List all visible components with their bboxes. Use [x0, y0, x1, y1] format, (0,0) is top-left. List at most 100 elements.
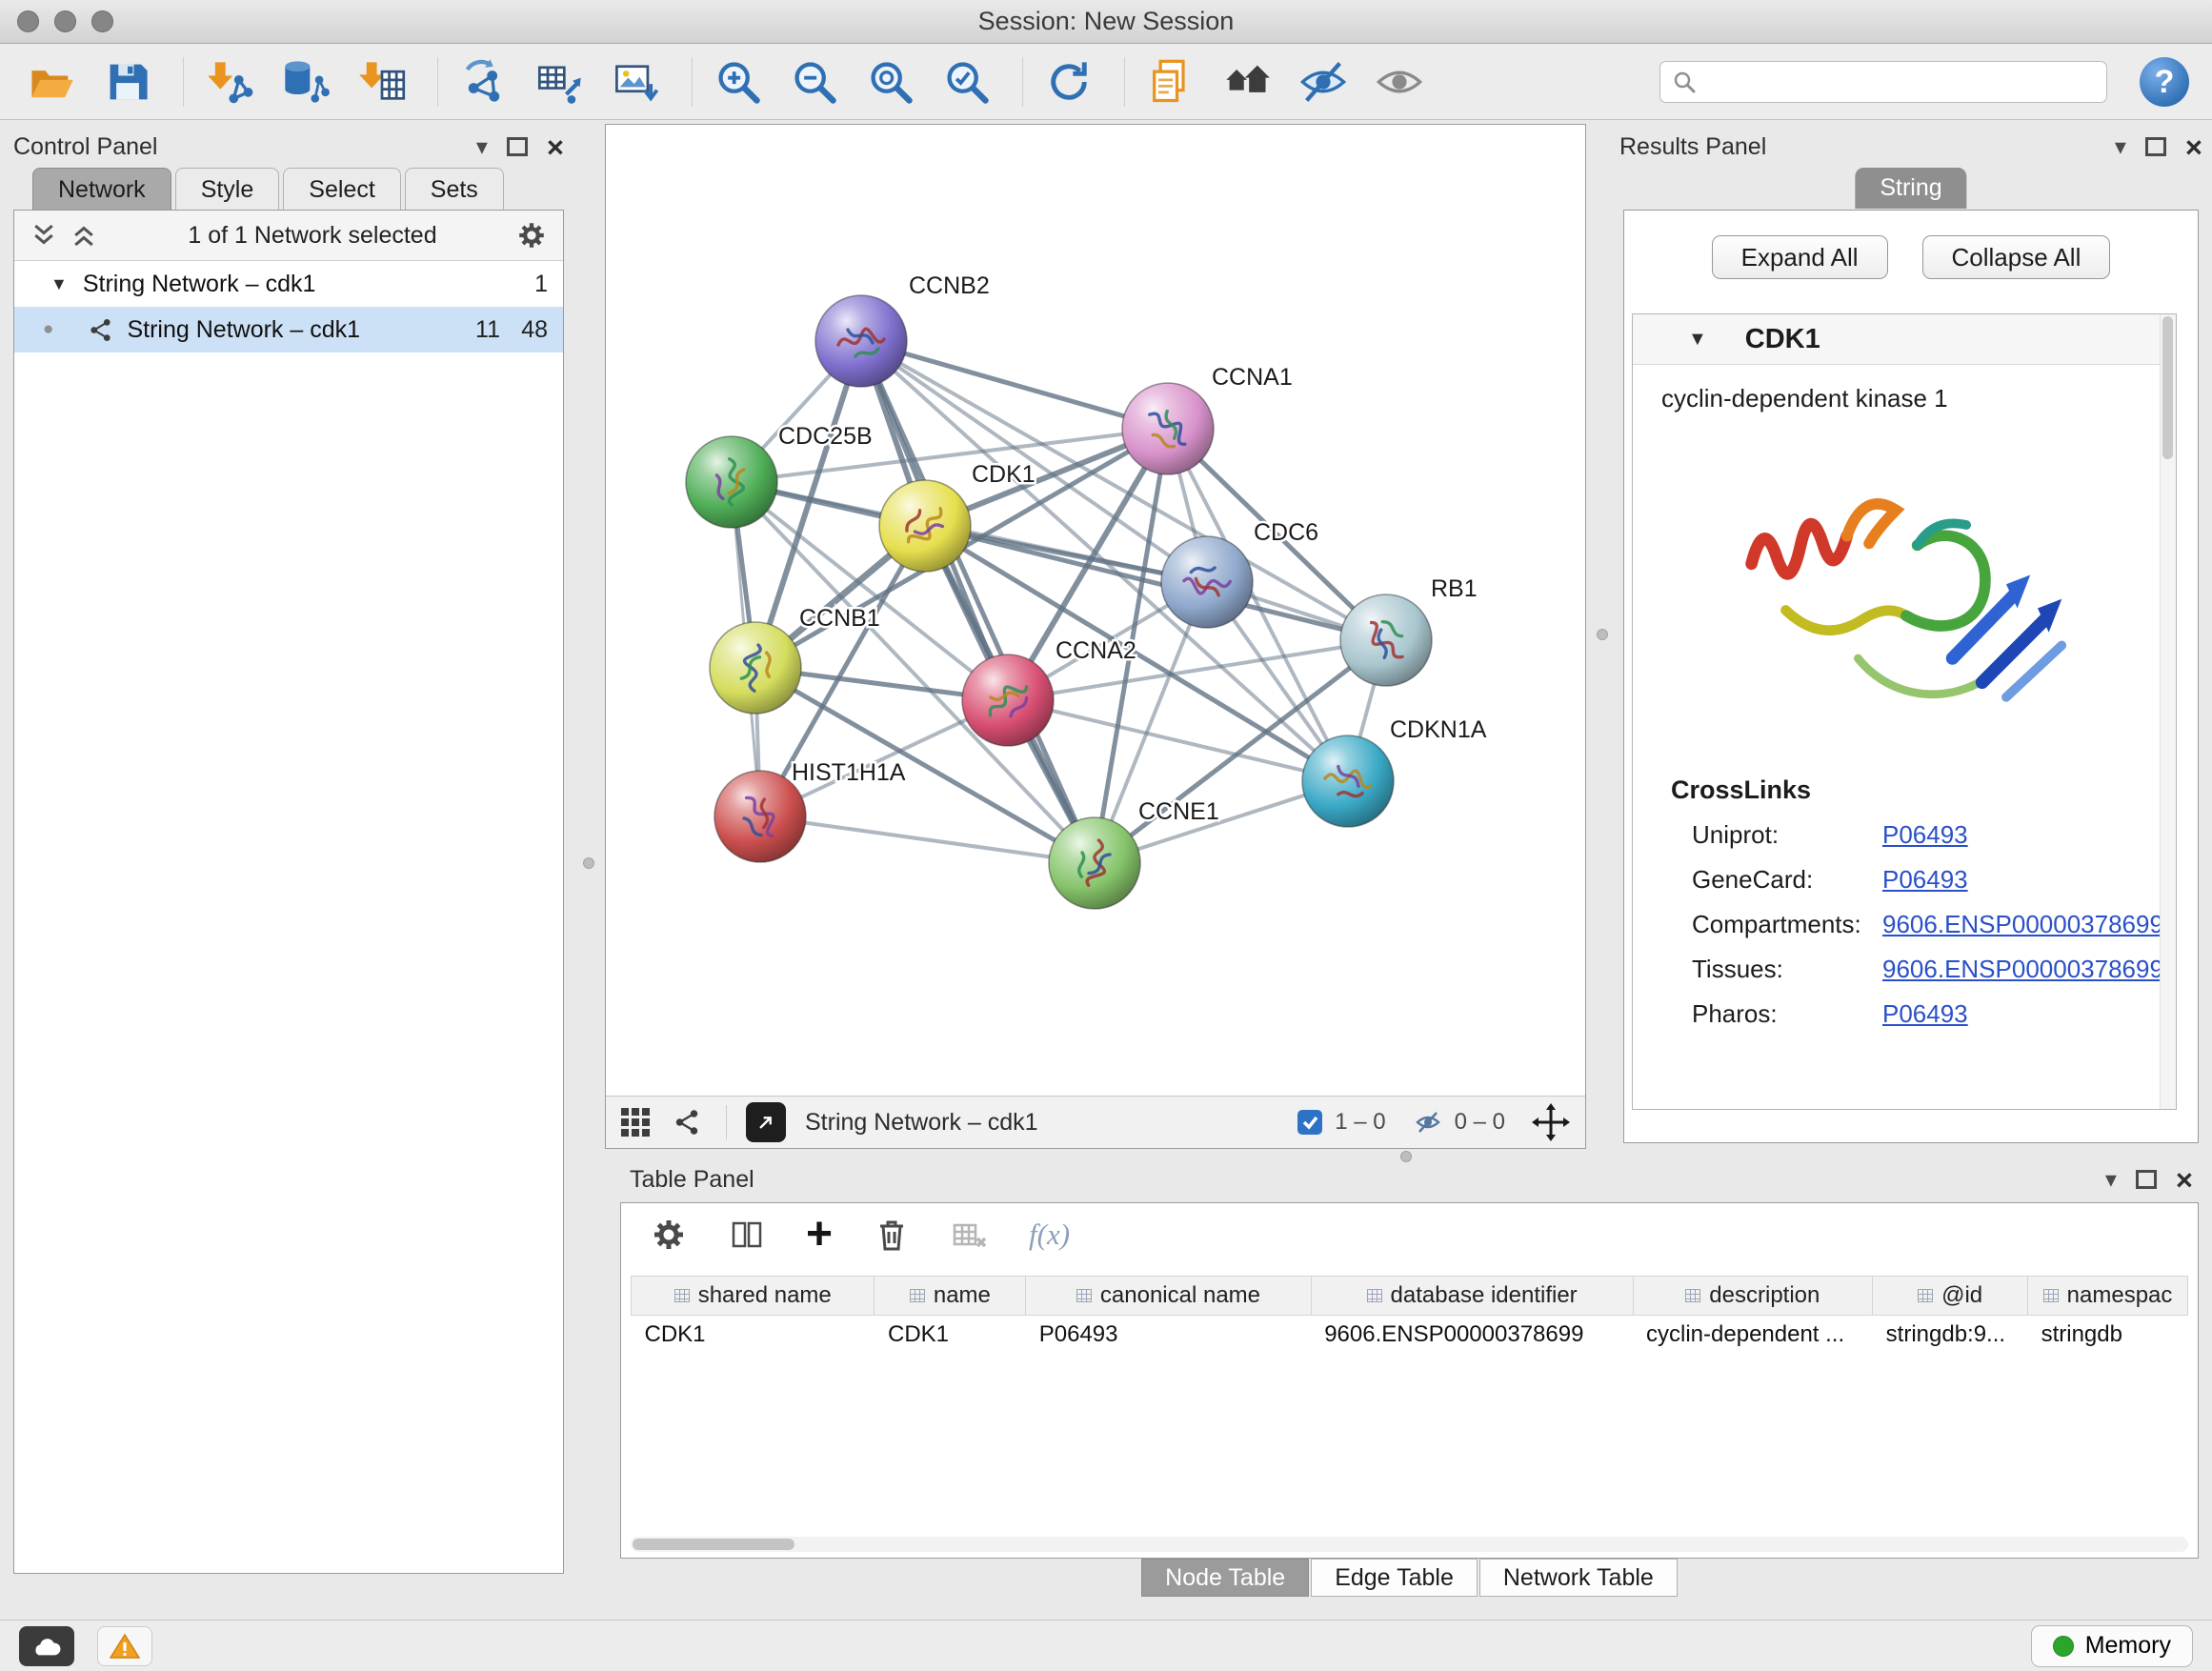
tree-expand-caret-icon[interactable]: ▼ — [50, 274, 68, 294]
table-row[interactable]: CDK1 CDK1 P06493 9606.ENSP00000378699 cy… — [632, 1316, 2188, 1355]
column-header-description[interactable]: description — [1633, 1277, 1873, 1316]
zoom-fit-button[interactable] — [864, 54, 917, 110]
home-views-button[interactable] — [1220, 54, 1274, 110]
cell-id[interactable]: stringdb:9... — [1873, 1316, 2028, 1355]
network-overview-button[interactable] — [673, 1108, 701, 1137]
table-hscrollbar[interactable] — [631, 1537, 2188, 1552]
import-network-database-button[interactable] — [279, 54, 332, 110]
table-hscrollbar-thumb[interactable] — [633, 1539, 794, 1550]
crosslink-link[interactable]: P06493 — [1882, 820, 1968, 850]
column-header-canonical-name[interactable]: canonical name — [1026, 1277, 1311, 1316]
crosslink-link[interactable]: P06493 — [1882, 999, 1968, 1029]
column-header-id[interactable]: @id — [1873, 1277, 2028, 1316]
help-button[interactable]: ? — [2140, 57, 2189, 107]
create-column-button[interactable]: + — [806, 1216, 833, 1254]
collapse-all-button[interactable]: Collapse All — [1922, 235, 2111, 279]
network-node-CCNE1[interactable] — [1049, 817, 1140, 909]
expand-all-button[interactable]: Expand All — [1712, 235, 1888, 279]
splitter-handle[interactable] — [1400, 1151, 1412, 1162]
network-edge[interactable] — [760, 816, 1095, 863]
tab-style[interactable]: Style — [175, 168, 280, 211]
tab-edge-table[interactable]: Edge Table — [1311, 1559, 1478, 1597]
cell-description[interactable]: cyclin-dependent ... — [1633, 1316, 1873, 1355]
hidden-eye-icon[interactable] — [1413, 1109, 1443, 1136]
tab-network[interactable]: Network — [32, 168, 171, 211]
export-image-button[interactable] — [610, 54, 663, 110]
document-button[interactable] — [1144, 54, 1197, 110]
move-crosshair-icon[interactable] — [1532, 1103, 1570, 1141]
control-panel-menu-button[interactable]: ▾ — [476, 133, 488, 161]
show-columns-button[interactable] — [728, 1216, 766, 1254]
delete-column-button[interactable] — [873, 1216, 911, 1254]
network-clone-button[interactable] — [457, 54, 511, 110]
close-window-button[interactable] — [17, 10, 39, 32]
control-panel-float-button[interactable] — [507, 137, 528, 156]
zoom-window-button[interactable] — [91, 10, 113, 32]
network-row[interactable]: ● String Network – cdk1 11 48 — [14, 307, 563, 352]
cell-database-identifier[interactable]: 9606.ENSP00000378699 — [1311, 1316, 1633, 1355]
crosslink-link[interactable]: 9606.ENSP00000378699 — [1882, 910, 2163, 939]
open-session-button[interactable] — [25, 54, 78, 110]
cell-name[interactable]: CDK1 — [875, 1316, 1026, 1355]
table-panel-close-button[interactable]: × — [2176, 1165, 2193, 1195]
delete-table-button[interactable] — [951, 1216, 989, 1254]
crosslink-link[interactable]: 9606.ENSP00000378699 — [1882, 955, 2163, 984]
network-node-CCNA1[interactable] — [1122, 383, 1214, 474]
network-canvas[interactable]: CCNB2CCNA1CDC25BCDK1CDC6RB1CCNB1CCNA2CDK… — [606, 125, 1585, 1096]
minimize-window-button[interactable] — [54, 10, 76, 32]
network-list-options-button[interactable] — [515, 219, 548, 252]
tab-select[interactable]: Select — [283, 168, 400, 211]
results-panel-float-button[interactable] — [2145, 137, 2166, 156]
cell-namespace[interactable]: stringdb — [2028, 1316, 2188, 1355]
crosslink-link[interactable]: P06493 — [1882, 865, 1968, 895]
hide-selected-button[interactable] — [1297, 54, 1350, 110]
selected-checkbox-icon[interactable] — [1297, 1109, 1323, 1136]
zoom-selected-button[interactable] — [940, 54, 994, 110]
cell-canonical-name[interactable]: P06493 — [1026, 1316, 1311, 1355]
cell-shared-name[interactable]: CDK1 — [632, 1316, 875, 1355]
tab-network-table[interactable]: Network Table — [1479, 1559, 1678, 1597]
results-scrollbar[interactable] — [2160, 314, 2176, 1109]
tab-node-table[interactable]: Node Table — [1141, 1559, 1309, 1597]
results-panel-menu-button[interactable]: ▾ — [2115, 133, 2126, 161]
zoom-in-button[interactable] — [712, 54, 765, 110]
function-builder-button[interactable]: f(x) — [1029, 1218, 1070, 1252]
refresh-button[interactable] — [1042, 54, 1096, 110]
show-all-button[interactable] — [1373, 54, 1426, 110]
column-header-database-identifier[interactable]: database identifier — [1311, 1277, 1633, 1316]
protein-card-header[interactable]: ▼ CDK1 — [1633, 314, 2176, 365]
tab-sets[interactable]: Sets — [405, 168, 504, 211]
network-node-CCNB2[interactable] — [815, 295, 907, 387]
import-table-file-button[interactable] — [355, 54, 409, 110]
grid-view-button[interactable] — [621, 1108, 650, 1137]
network-node-CCNA2[interactable] — [962, 654, 1054, 746]
search-box[interactable] — [1659, 61, 2107, 103]
network-node-RB1[interactable] — [1340, 594, 1432, 686]
network-graph[interactable]: CCNB2CCNA1CDC25BCDK1CDC6RB1CCNB1CCNA2CDK… — [606, 125, 1585, 1096]
column-header-name[interactable]: name — [875, 1277, 1026, 1316]
network-node-CDC25B[interactable] — [686, 436, 777, 528]
column-header-namespace[interactable]: namespac — [2028, 1277, 2188, 1316]
column-header-shared-name[interactable]: shared name — [632, 1277, 875, 1316]
table-options-button[interactable] — [650, 1216, 688, 1254]
splitter-handle[interactable] — [583, 857, 594, 869]
collapse-caret-icon[interactable]: ▼ — [1688, 329, 1707, 351]
import-network-file-button[interactable] — [203, 54, 256, 110]
cloud-button[interactable] — [19, 1626, 74, 1666]
search-input[interactable] — [1706, 68, 2095, 97]
network-node-CDKN1A[interactable] — [1302, 735, 1394, 827]
table-panel-menu-button[interactable]: ▾ — [2105, 1166, 2117, 1194]
network-node-CCNB1[interactable] — [710, 622, 801, 714]
network-table-button[interactable] — [533, 54, 587, 110]
detach-view-button[interactable] — [746, 1102, 786, 1142]
splitter-handle[interactable] — [1597, 629, 1608, 640]
results-scrollbar-thumb[interactable] — [2162, 316, 2173, 459]
save-session-button[interactable] — [101, 54, 154, 110]
table-panel-float-button[interactable] — [2136, 1170, 2157, 1189]
network-node-CDC6[interactable] — [1161, 536, 1253, 628]
network-collection-row[interactable]: ▼ String Network – cdk1 1 — [14, 261, 563, 307]
memory-button[interactable]: Memory — [2031, 1625, 2193, 1667]
collapse-all-networks-button[interactable] — [30, 221, 58, 250]
zoom-out-button[interactable] — [788, 54, 841, 110]
network-node-CDK1[interactable] — [879, 480, 971, 572]
